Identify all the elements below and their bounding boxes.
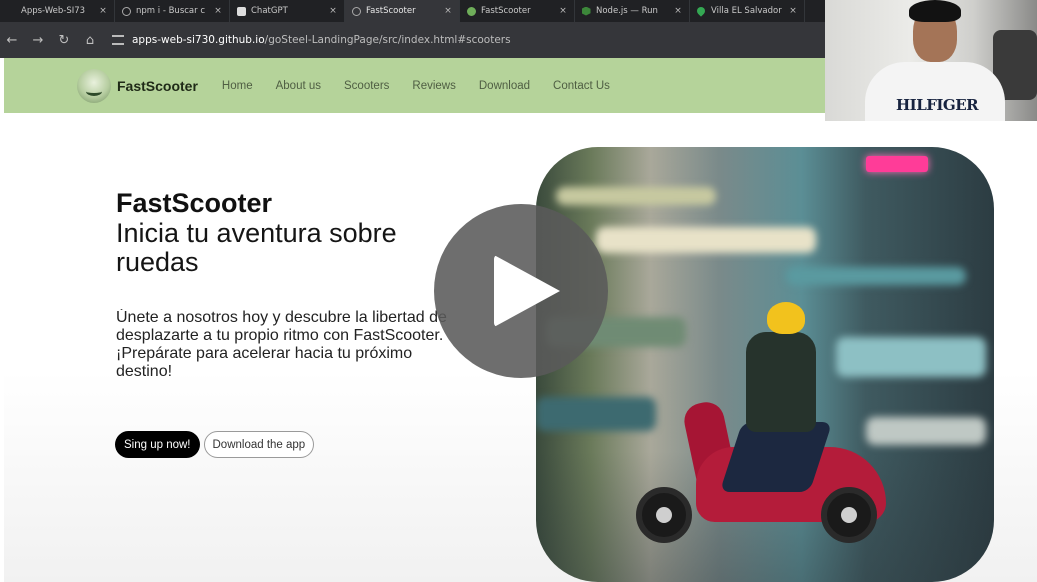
video-play-button[interactable] xyxy=(434,204,608,378)
tab-label: FastScooter xyxy=(481,6,531,16)
signup-button[interactable]: Sing up now! xyxy=(115,431,200,458)
yellow-helmet xyxy=(767,302,805,334)
tab-villa-el-salvador[interactable]: Villa EL Salvador × xyxy=(690,0,805,22)
nav-link-reviews[interactable]: Reviews xyxy=(412,80,455,92)
nav-link-scooters[interactable]: Scooters xyxy=(344,80,389,92)
scooter-logo-icon xyxy=(77,68,111,103)
browser-tab-bar: Apps-Web-SI73 × npm i - Buscar c × ChatG… xyxy=(0,0,825,22)
screen: Apps-Web-SI73 × npm i - Buscar c × ChatG… xyxy=(0,0,1037,582)
globe-icon xyxy=(121,6,131,16)
nav-link-download[interactable]: Download xyxy=(479,80,530,92)
hero-subtitle: Inicia tu aventura sobre ruedas xyxy=(116,218,397,277)
close-icon[interactable]: × xyxy=(558,6,568,16)
map-pin-icon xyxy=(695,5,707,17)
hero-title: FastScooter xyxy=(116,188,273,218)
tab-label: Villa EL Salvador xyxy=(711,6,782,16)
webcam-overlay: HILFIGER xyxy=(825,0,1037,121)
rear-wheel xyxy=(821,487,877,543)
close-icon[interactable]: × xyxy=(98,6,108,16)
download-app-button[interactable]: Download the app xyxy=(203,431,315,458)
forward-icon[interactable]: → xyxy=(30,33,46,48)
tab-nodejs[interactable]: Node.js — Run × xyxy=(575,0,690,22)
nav-link-contact[interactable]: Contact Us xyxy=(553,80,610,92)
brand[interactable]: FastScooter xyxy=(77,68,198,103)
tab-label: Node.js — Run xyxy=(596,6,658,16)
tab-apps-web[interactable]: Apps-Web-SI73 × xyxy=(0,0,115,22)
rider-jacket xyxy=(746,332,816,432)
tab-label: ChatGPT xyxy=(251,6,288,16)
hero-description: Únete a nosotros hoy y descubre la liber… xyxy=(116,309,447,380)
chatgpt-icon xyxy=(236,6,246,16)
close-icon[interactable]: × xyxy=(788,6,798,16)
browser-toolbar: ← → ↻ ⌂ apps-web-si730.github.io/goSteel… xyxy=(0,22,825,58)
tab-fastscooter[interactable]: FastScooter × xyxy=(460,0,575,22)
hero-actions: Sing up now! Download the app xyxy=(115,431,315,458)
brand-name: FastScooter xyxy=(117,77,198,94)
front-wheel xyxy=(636,487,692,543)
main-menu: Home About us Scooters Reviews Download … xyxy=(222,80,610,92)
tab-label: npm i - Buscar c xyxy=(136,6,205,16)
blank-icon xyxy=(6,6,16,16)
globe-icon xyxy=(351,6,361,16)
site-settings-icon[interactable] xyxy=(112,35,124,45)
tab-label: FastScooter xyxy=(366,6,416,16)
scooter-rider-photo xyxy=(536,147,994,582)
site-icon xyxy=(466,6,476,16)
neon-sign xyxy=(866,156,928,172)
home-icon[interactable]: ⌂ xyxy=(82,33,98,48)
url-host: apps-web-si730.github.io xyxy=(132,34,265,46)
tab-chatgpt[interactable]: ChatGPT × xyxy=(230,0,345,22)
tab-fastscooter-active[interactable]: FastScooter × xyxy=(345,0,460,22)
nav-link-about[interactable]: About us xyxy=(276,80,321,92)
url-path: /goSteel-LandingPage/src/index.html#scoo… xyxy=(264,34,511,46)
site-navbar: FastScooter Home About us Scooters Revie… xyxy=(4,58,825,113)
nodejs-icon xyxy=(581,6,591,16)
url-bar[interactable]: apps-web-si730.github.io/goSteel-Landing… xyxy=(112,27,825,53)
close-icon[interactable]: × xyxy=(443,6,453,16)
close-icon[interactable]: × xyxy=(328,6,338,16)
reload-icon[interactable]: ↻ xyxy=(56,33,72,48)
nav-link-home[interactable]: Home xyxy=(222,80,253,92)
close-icon[interactable]: × xyxy=(213,6,223,16)
close-icon[interactable]: × xyxy=(673,6,683,16)
play-icon xyxy=(494,255,560,327)
back-icon[interactable]: ← xyxy=(4,33,20,48)
tab-npm-search[interactable]: npm i - Buscar c × xyxy=(115,0,230,22)
tab-label: Apps-Web-SI73 xyxy=(21,6,86,16)
shirt-logo-text: HILFIGER xyxy=(896,96,979,114)
presenter-hair xyxy=(909,0,961,22)
hero-heading-block: FastScooter Inicia tu aventura sobre rue… xyxy=(116,187,456,277)
